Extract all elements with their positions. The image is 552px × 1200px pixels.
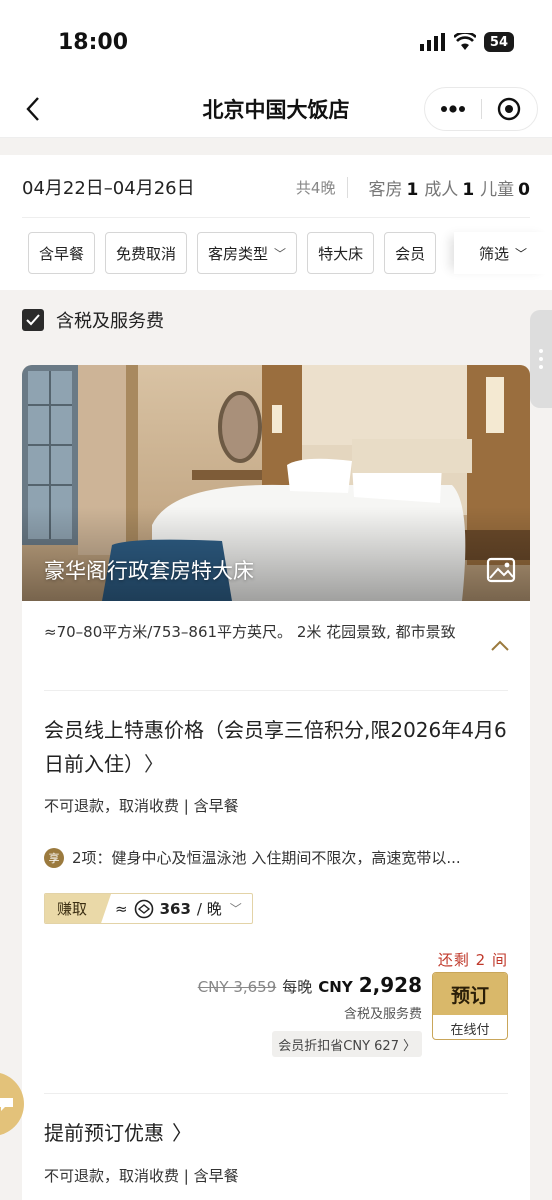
rate-title-early-booking[interactable]: 提前预订优惠〉 [44,1117,192,1146]
points-icon [134,899,153,918]
rate-title[interactable]: 会员线上特惠价格（会员享三倍积分,限2026年4月6日前入住）〉 [44,713,514,781]
divider [44,1093,508,1094]
earn-value: ≈ 363 / 晚 ﹀ [115,899,242,918]
rooms-remaining: 还剩 2 间 [437,951,508,969]
chevron-right-icon: 〉 [402,1038,416,1054]
date-guest-row[interactable]: 04月22日–04月26日 共4晚 客房 1 成人 1 儿童 0 [22,171,530,203]
check-icon [26,314,40,326]
search-summary: 04月22日–04月26日 共4晚 客房 1 成人 1 儿童 0 含早餐 免费取消 客… [0,155,552,290]
status-time: 18:00 [58,30,129,55]
rate-policy: 不可退款，取消收费 | 含早餐 [44,797,239,815]
filter-chips: 含早餐 免费取消 客房类型 ﹀ 特大床 会员 [28,232,464,274]
book-label: 预订 [433,973,507,1015]
adults-count: 成人 1 [424,179,475,200]
stay-dates[interactable]: 04月22日–04月26日 [22,174,195,200]
collapse-button[interactable] [490,637,510,656]
miniapp-capsule [424,87,538,131]
earn-label: 赚取 [45,894,112,923]
chip-free-cancel[interactable]: 免费取消 [105,232,188,274]
chip-king-bed[interactable]: 特大床 [307,232,375,274]
nav-bar: 北京中国大饭店 [0,80,552,138]
rate-perks[interactable]: 享 2项：健身中心及恒温泳池 入住期间不限次，高速宽带以... [44,847,510,868]
filter-button[interactable]: 筛选 ﹀ [454,232,552,274]
perk-badge: 享 [44,847,64,868]
member-discount[interactable]: 会员折扣省CNY 627 〉 [272,1031,422,1057]
room-photo[interactable]: 豪华阁行政套房特大床 [22,365,530,601]
price: 2,928 [358,973,422,997]
status-icons: 54 [419,32,514,52]
more-button[interactable] [425,88,481,130]
pay-online-label: 在线付 [450,1022,490,1038]
chevron-right-icon: 〉 [144,752,164,776]
divider [22,217,530,218]
perk-text: 2项：健身中心及恒温泳池 入住期间不限次，高速宽带以... [72,849,461,867]
tax-checkbox[interactable] [22,309,44,331]
rooms-count: 客房 1 [368,179,419,200]
tax-note: 含税及服务费 [343,1007,422,1022]
chevron-right-icon: 〉 [172,1121,192,1145]
chip-member[interactable]: 会员 [384,232,437,274]
signal-icon [419,33,445,51]
price-line: CNY 3,659 每晚 CNY 2,928 [198,973,422,997]
guest-summary[interactable]: 客房 1 成人 1 儿童 0 [348,175,530,200]
per-night-label: 每晚 [282,978,313,996]
chip-breakfast[interactable]: 含早餐 [28,232,96,274]
rate-policy-early-booking: 不可退款，取消收费 | 含早餐 [44,1167,239,1185]
floating-assistant-button[interactable] [0,1072,24,1136]
gallery-button[interactable] [486,557,516,583]
nights-count: 共4晚 [296,176,349,198]
room-details: ≈70–80平方米/753–861平方英尺。 2米 花园景致, 都市景致 [44,623,456,641]
children-count: 儿童 0 [480,179,530,200]
status-bar: 18:00 54 [0,0,552,80]
chevron-down-icon: ﹀ [229,902,242,916]
target-icon [498,97,521,121]
tax-toggle[interactable]: 含税及服务费 [22,306,164,334]
divider [44,690,508,691]
close-miniapp-button[interactable] [482,88,538,130]
earn-points-box[interactable]: 赚取 ≈ 363 / 晚 ﹀ [44,893,253,924]
book-button[interactable]: 预订 在线付 [432,972,508,1040]
chevron-down-icon: ﹀ [515,246,528,261]
room-name: 豪华阁行政套房特大床 [44,559,254,583]
tax-label: 含税及服务费 [56,311,164,332]
side-drawer-handle[interactable] [530,310,552,408]
more-dots-icon [440,105,465,113]
chip-room-type[interactable]: 客房类型 ﹀ [197,232,298,274]
chevron-up-icon [491,640,509,651]
currency: CNY [318,978,353,996]
chat-icon [0,1098,13,1111]
gallery-icon [486,557,516,583]
original-price: CNY 3,659 [197,978,277,996]
chevron-down-icon: ﹀ [274,246,287,261]
room-card: 豪华阁行政套房特大床 ≈70–80平方米/753–861平方英尺。 2米 花园景… [22,365,530,1200]
battery-indicator: 54 [483,32,514,52]
wifi-icon [453,33,476,50]
